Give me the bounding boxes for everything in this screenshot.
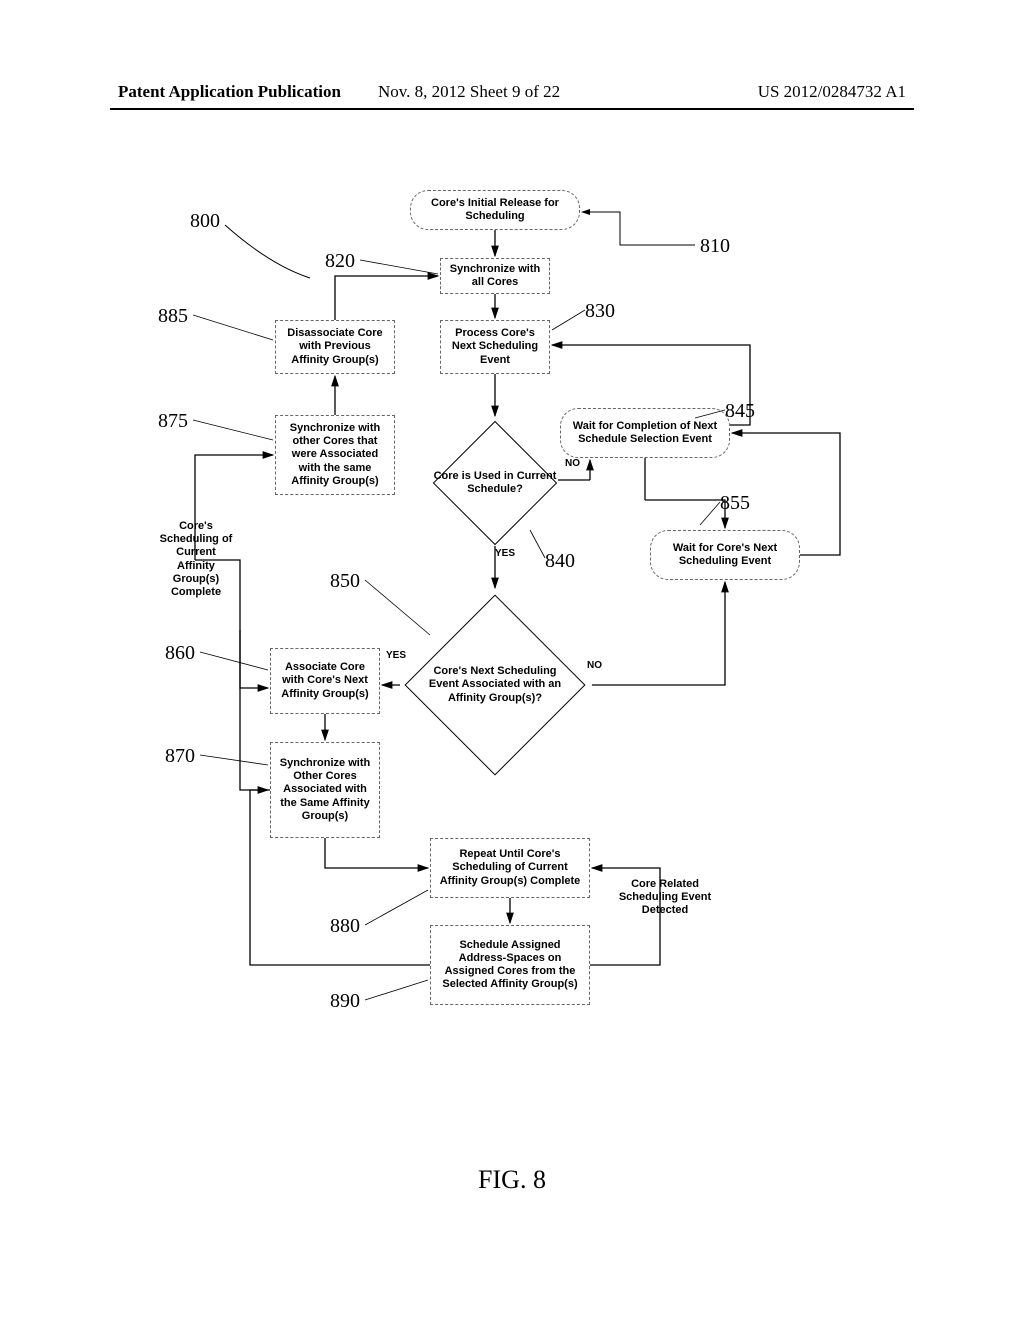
label-event-detected: Core Related Scheduling Event Detected — [615, 878, 715, 918]
node-wait-selection: Wait for Completion of Next Schedule Sel… — [560, 408, 730, 458]
decision-affinity-group: Core's Next Scheduling Event Associated … — [395, 585, 595, 785]
edge-label-yes-1: YES — [495, 548, 515, 559]
edge-label-no-2: NO — [587, 660, 602, 671]
node-sync-prev-group: Synchronize with other Cores that were A… — [275, 415, 395, 495]
ref-840: 840 — [545, 550, 575, 573]
node-disassociate: Disassociate Core with Previous Affinity… — [275, 320, 395, 374]
node-schedule-assigned: Schedule Assigned Address-Spaces on Assi… — [430, 925, 590, 1005]
header-center: Nov. 8, 2012 Sheet 9 of 22 — [378, 82, 560, 102]
ref-870: 870 — [165, 745, 195, 768]
ref-810: 810 — [700, 235, 730, 258]
header-rule — [110, 108, 914, 110]
figure-caption: FIG. 8 — [0, 1165, 1024, 1195]
ref-880: 880 — [330, 915, 360, 938]
ref-890: 890 — [330, 990, 360, 1013]
node-process-next-event: Process Core's Next Scheduling Event — [440, 320, 550, 374]
edge-label-yes-2: YES — [386, 650, 406, 661]
edge-label-no-1: NO — [565, 458, 580, 469]
decision-used-in-schedule: Core is Used in Current Schedule? — [430, 418, 560, 548]
node-repeat-until-complete: Repeat Until Core's Scheduling of Curren… — [430, 838, 590, 898]
ref-820: 820 — [325, 250, 355, 273]
header-right: US 2012/0284732 A1 — [758, 82, 906, 102]
label-scheduling-complete: Core's Scheduling of Current Affinity Gr… — [156, 520, 236, 599]
ref-855: 855 — [720, 492, 750, 515]
ref-830: 830 — [585, 300, 615, 323]
node-wait-next-event: Wait for Core's Next Scheduling Event — [650, 530, 800, 580]
node-initial-release: Core's Initial Release for Scheduling — [410, 190, 580, 230]
header-left: Patent Application Publication — [118, 82, 341, 102]
ref-850: 850 — [330, 570, 360, 593]
node-sync-all-cores: Synchronize with all Cores — [440, 258, 550, 294]
ref-885: 885 — [158, 305, 188, 328]
ref-860: 860 — [165, 642, 195, 665]
ref-845: 845 — [725, 400, 755, 423]
ref-800: 800 — [190, 210, 220, 233]
flowchart: Core's Initial Release for Scheduling Sy… — [140, 190, 900, 1130]
node-associate-next-group: Associate Core with Core's Next Affinity… — [270, 648, 380, 714]
ref-875: 875 — [158, 410, 188, 433]
node-sync-same-group: Synchronize with Other Cores Associated … — [270, 742, 380, 838]
